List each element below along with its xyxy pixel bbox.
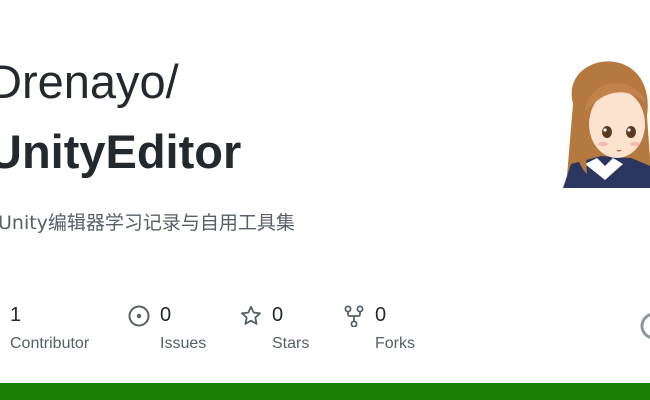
- stars-label: Stars: [272, 335, 310, 352]
- language-bar: [0, 383, 650, 400]
- issue-icon: [128, 305, 150, 327]
- contributors-count: 1: [10, 304, 22, 326]
- repo-owner[interactable]: Drenayo/: [0, 58, 179, 105]
- contributors-label: Contributor: [10, 335, 90, 352]
- forks-label: Forks: [375, 335, 415, 352]
- github-logo-icon: [640, 312, 650, 340]
- issues-label: Issues: [160, 335, 207, 352]
- stars-count: 0: [272, 304, 284, 326]
- issues-count: 0: [160, 304, 172, 326]
- forks-count: 0: [375, 304, 387, 326]
- star-icon: [240, 305, 262, 327]
- repo-description: Unity编辑器学习记录与自用工具集: [0, 212, 295, 234]
- repo-name[interactable]: UnityEditor: [0, 128, 241, 175]
- fork-icon: [343, 305, 365, 328]
- owner-avatar[interactable]: [555, 52, 650, 188]
